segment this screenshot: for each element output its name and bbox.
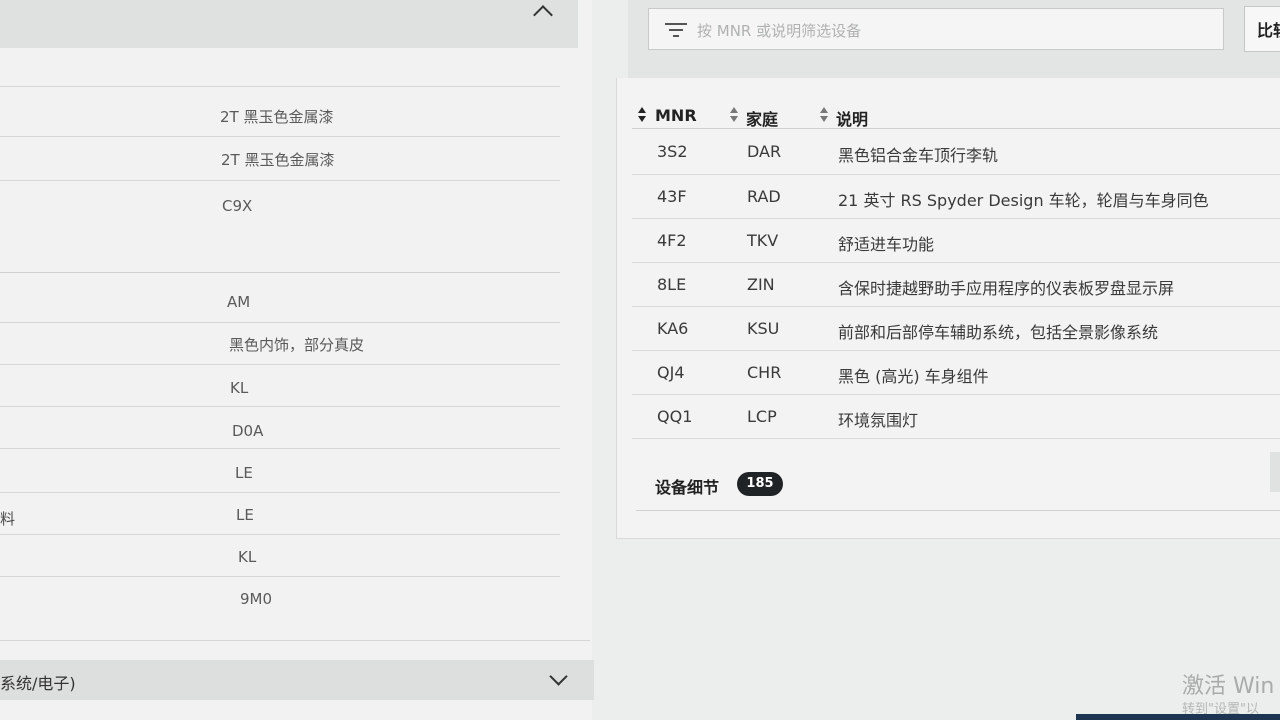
family-cell: LCP <box>747 407 777 426</box>
spec-value: LE <box>236 506 254 524</box>
spec-value: D0A <box>232 422 264 440</box>
spec-row: KL <box>0 364 560 397</box>
family-cell: ZIN <box>747 275 775 294</box>
spec-value: KL <box>238 548 257 566</box>
spec-value: 黑色内饰，部分真皮 <box>229 336 365 354</box>
spec-label: 料 <box>0 510 16 528</box>
spec-row: C9X <box>0 180 560 215</box>
taskbar <box>1076 714 1280 720</box>
spec-value: LE <box>235 464 253 482</box>
activation-watermark: 激活 Win <box>1182 674 1275 699</box>
spec-value: C9X <box>222 197 253 215</box>
sort-icon[interactable] <box>819 106 829 124</box>
chevron-up-icon[interactable] <box>533 5 553 25</box>
description-cell: 舒适进车功能 <box>838 235 935 254</box>
spec-row: 9M0 <box>0 576 560 608</box>
filter-icon <box>665 23 687 39</box>
column-header-mnr[interactable]: MNR <box>655 106 697 125</box>
description-cell: 环境氛围灯 <box>838 411 919 430</box>
spec-row: 2T 黑玉色金属漆 <box>0 136 560 169</box>
section-header[interactable] <box>0 0 578 48</box>
spec-value: 9M0 <box>240 590 273 608</box>
mnr-cell: KA6 <box>657 319 689 338</box>
table-row[interactable]: 43F RAD 21 英寸 RS Spyder Design 车轮，轮眉与车身同… <box>632 174 1280 218</box>
table-row[interactable]: QJ4 CHR 黑色 (高光) 车身组件 <box>632 350 1280 394</box>
description-cell: 黑色铝合金车顶行李轨 <box>838 146 999 165</box>
sort-icon[interactable] <box>637 106 647 124</box>
section-header-collapsed[interactable]: 系统/电子) <box>0 660 594 700</box>
mnr-cell: 3S2 <box>657 142 688 161</box>
header-divider <box>632 128 1280 129</box>
table-row[interactable]: 8LE ZIN 含保时捷越野助手应用程序的仪表板罗盘显示屏 <box>632 262 1280 306</box>
spec-row: KL <box>0 534 560 566</box>
mnr-cell: 8LE <box>657 275 687 294</box>
family-cell: KSU <box>747 319 780 338</box>
left-panel: 2T 黑玉色金属漆 2T 黑玉色金属漆 C9X AM 黑色内饰，部分真皮 KL … <box>0 0 594 720</box>
family-cell: CHR <box>747 363 782 382</box>
left-divider <box>0 86 560 87</box>
details-divider <box>636 510 1280 511</box>
column-header-description[interactable]: 说明 <box>836 106 868 130</box>
family-cell: RAD <box>747 187 781 206</box>
spec-value: 2T 黑玉色金属漆 <box>221 151 335 169</box>
sort-icon[interactable] <box>729 106 739 124</box>
left-bottom-divider <box>0 640 590 641</box>
table-row[interactable]: QQ1 LCP 环境氛围灯 <box>632 394 1280 439</box>
table-row[interactable]: 4F2 TKV 舒适进车功能 <box>632 218 1280 262</box>
section-title: 系统/电子) <box>0 674 76 693</box>
table-row[interactable]: 3S2 DAR 黑色铝合金车顶行李轨 <box>632 130 1280 173</box>
family-cell: TKV <box>747 231 779 250</box>
search-input[interactable]: 按 MNR 或说明筛选设备 <box>648 8 1224 50</box>
description-cell: 黑色 (高光) 车身组件 <box>838 367 989 386</box>
table-row[interactable]: KA6 KSU 前部和后部停车辅助系统，包括全景影像系统 <box>632 306 1280 350</box>
count-badge: 185 <box>737 472 783 496</box>
description-cell: 21 英寸 RS Spyder Design 车轮，轮眉与车身同色 <box>838 191 1209 210</box>
search-placeholder: 按 MNR 或说明筛选设备 <box>697 22 862 40</box>
description-cell: 前部和后部停车辅助系统，包括全景影像系统 <box>838 323 1159 342</box>
equipment-details-label[interactable]: 设备细节 <box>655 474 719 498</box>
spec-value: AM <box>227 293 251 311</box>
description-cell: 含保时捷越野助手应用程序的仪表板罗盘显示屏 <box>838 279 1175 298</box>
spec-value: KL <box>230 379 249 397</box>
mnr-cell: 4F2 <box>657 231 687 250</box>
spec-row: D0A <box>0 406 560 440</box>
mnr-cell: 43F <box>657 187 687 206</box>
compare-button[interactable]: 比较 <box>1244 6 1280 52</box>
scrollbar[interactable] <box>1270 452 1280 492</box>
spec-value: 2T 黑玉色金属漆 <box>220 108 334 126</box>
spec-row: 黑色内饰，部分真皮 <box>0 322 560 354</box>
spec-row: AM <box>0 272 560 311</box>
spec-row: LE <box>0 448 560 482</box>
family-cell: DAR <box>747 142 782 161</box>
column-header-family[interactable]: 家庭 <box>746 106 778 130</box>
mnr-cell: QJ4 <box>657 363 685 382</box>
spec-row: 料 LE <box>0 492 560 528</box>
mnr-cell: QQ1 <box>657 407 693 426</box>
